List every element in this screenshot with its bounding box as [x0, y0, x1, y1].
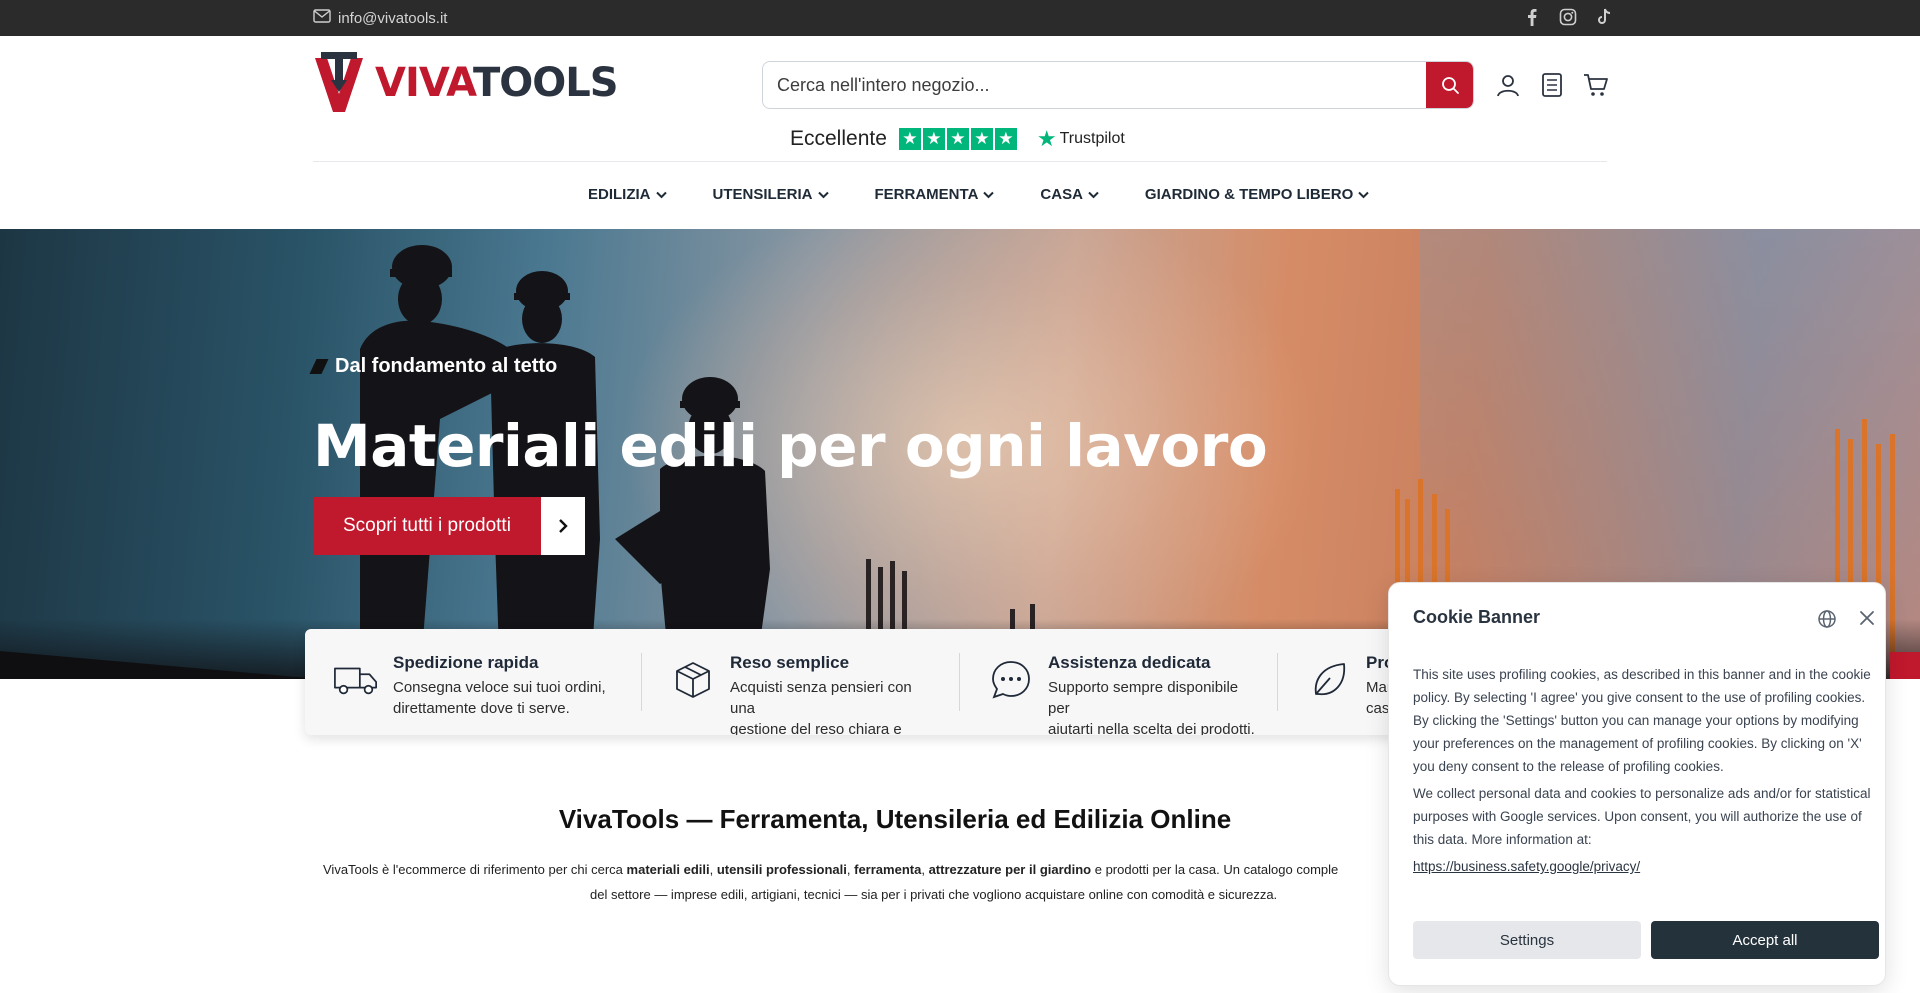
header-divider: [313, 161, 1607, 162]
cookie-text-google: We collect personal data and cookies to …: [1413, 786, 1871, 847]
cart-icon[interactable]: [1582, 71, 1610, 99]
logo-wordmark: VIVATOOLS: [375, 60, 619, 106]
user-icon[interactable]: [1494, 71, 1522, 99]
hero-tagline-text: Dal fondamento al tetto: [335, 355, 558, 377]
email-text: info@vivatools.it: [338, 9, 448, 27]
chevron-right-icon: [559, 519, 568, 533]
feature-title: Assistenza dedicata: [1048, 653, 1211, 672]
star-icon: ★: [994, 128, 1017, 150]
trustpilot-brand: Trustpilot: [1059, 130, 1125, 147]
chevron-down-icon: [817, 191, 829, 198]
list-icon[interactable]: [1538, 71, 1566, 99]
feature-title: Spedizione rapida: [393, 653, 539, 672]
instagram-icon[interactable]: [1559, 8, 1577, 26]
feature-item: Reso semplice Acquisti senza pensieri co…: [642, 653, 960, 735]
privacy-link[interactable]: https://business.safety.google/privacy/: [1413, 859, 1640, 874]
chevron-down-icon: [1358, 191, 1369, 198]
box-icon: [670, 657, 716, 703]
about-text-sep: ,: [921, 862, 929, 877]
about-bold-materiali: materiali edili: [626, 862, 710, 877]
feature-desc-line1: Supporto sempre disponibile per: [1048, 679, 1239, 717]
tagline-mark-icon: [309, 359, 329, 374]
cookie-banner: Cookie Banner This site uses profiling c…: [1388, 582, 1886, 986]
search-bar: [762, 61, 1474, 109]
trustpilot-rating-label: Eccellente: [790, 127, 887, 150]
nav-item-label: FERRAMENTA: [874, 186, 979, 203]
feature-desc-line1: Consegna veloce sui tuoi ordini,: [393, 679, 606, 696]
star-icon: ★: [970, 128, 993, 150]
about-text-segment: e prodotti per la casa. Un catalogo comp…: [1091, 862, 1339, 877]
facebook-icon[interactable]: [1523, 8, 1541, 26]
star-icon: ★: [946, 128, 969, 150]
trustpilot-widget[interactable]: Eccellente ★ ★ ★ ★ ★ ★ Trustpilot: [790, 126, 1125, 152]
cookie-text-profiling: This site uses profiling cookies, as des…: [1413, 667, 1871, 774]
logo-mark-icon: [315, 52, 363, 112]
globe-icon[interactable]: [1817, 609, 1837, 634]
about-bold-ferramenta: ferramenta: [854, 862, 922, 877]
settings-button[interactable]: Settings: [1413, 921, 1641, 959]
about-text-segment: VivaTools è l'ecommerce di riferimento p…: [323, 862, 627, 877]
mail-icon: [313, 9, 331, 27]
nav-item-label: EDILIZIA: [588, 186, 651, 203]
feature-item: Assistenza dedicata Supporto sempre disp…: [960, 653, 1278, 735]
about-bold-utensili: utensili professionali: [716, 862, 847, 877]
feature-desc-line2: gestione del reso chiara e veloce.: [730, 721, 902, 735]
nav-item-edilizia[interactable]: EDILIZIA: [588, 186, 667, 203]
side-red-tab[interactable]: [1890, 652, 1920, 679]
trustpilot-stars: ★ ★ ★ ★ ★: [898, 128, 1017, 150]
social-links: [1523, 8, 1613, 26]
nav-item-ferramenta[interactable]: FERRAMENTA: [875, 186, 995, 203]
nav-item-casa[interactable]: CASA: [1040, 186, 1099, 203]
nav-item-label: UTENSILERIA: [712, 186, 813, 203]
trustpilot-star-icon: ★: [1036, 126, 1057, 151]
cookie-banner-actions: Settings Accept all: [1413, 921, 1879, 959]
tiktok-icon[interactable]: [1595, 8, 1613, 26]
feature-item: Spedizione rapida Consegna veloce sui tu…: [305, 653, 642, 717]
hero-cta-button[interactable]: Scopri tutti i prodotti: [313, 497, 585, 555]
search-icon: [1441, 77, 1459, 94]
truck-icon: [333, 657, 379, 703]
nav-item-utensileria[interactable]: UTENSILERIA: [713, 186, 829, 203]
top-bar: info@vivatools.it: [0, 0, 1920, 36]
search-input[interactable]: [763, 62, 1426, 108]
nav-item-label: GIARDINO & TEMPO LIBERO: [1144, 186, 1354, 203]
accept-all-button[interactable]: Accept all: [1651, 921, 1879, 959]
chevron-down-icon: [655, 191, 667, 198]
cta-label: Scopri tutti i prodotti: [313, 497, 541, 555]
nav-item-giardino[interactable]: GIARDINO & TEMPO LIBERO: [1145, 186, 1369, 203]
main-nav: EDILIZIA UTENSILERIA FERRAMENTA CASA GIA…: [588, 186, 1369, 203]
trustpilot-logo: ★ Trustpilot: [1037, 126, 1125, 152]
cookie-banner-body: This site uses profiling cookies, as des…: [1413, 663, 1871, 878]
nav-item-label: CASA: [1040, 186, 1083, 203]
feature-desc-line1: Acquisti senza pensieri con una: [730, 679, 912, 717]
feature-desc-line2: direttamente dove ti serve.: [393, 700, 570, 717]
star-icon: ★: [898, 128, 921, 150]
site-logo[interactable]: VIVATOOLS: [313, 50, 619, 116]
hero-title: Materiali edili per ogni lavoro: [313, 412, 1268, 480]
chat-icon: [988, 657, 1034, 703]
leaf-icon: [1306, 657, 1352, 703]
close-icon[interactable]: [1859, 610, 1875, 631]
feature-title: Reso semplice: [730, 653, 850, 672]
header-actions: [1494, 71, 1610, 99]
about-bold-giardino: attrezzature per il giardino: [928, 862, 1092, 877]
search-button[interactable]: [1426, 62, 1473, 108]
about-text-sep: ,: [709, 862, 717, 877]
chevron-down-icon: [1088, 191, 1099, 198]
star-icon: ★: [922, 128, 945, 150]
cta-arrow: [540, 497, 585, 555]
chevron-down-icon: [983, 191, 995, 198]
hero-tagline: Dal fondamento al tetto: [309, 355, 558, 378]
email-link[interactable]: info@vivatools.it: [313, 9, 447, 27]
cookie-banner-title: Cookie Banner: [1413, 607, 1541, 627]
feature-desc-line2: aiutarti nella scelta dei prodotti.: [1048, 721, 1255, 735]
